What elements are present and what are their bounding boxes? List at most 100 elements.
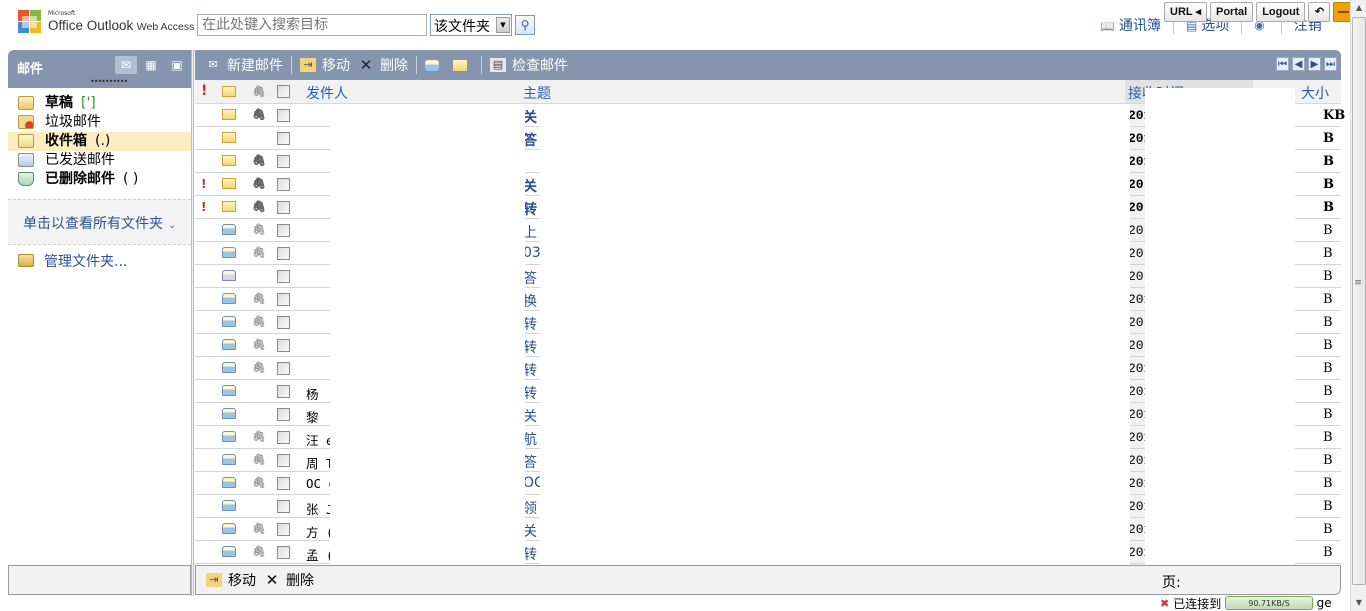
- row-checkbox[interactable]: [277, 155, 290, 168]
- subject[interactable]: 关: [523, 406, 537, 426]
- subject[interactable]: 转: [523, 314, 537, 334]
- portal-button[interactable]: Portal: [1210, 2, 1254, 22]
- folder-deleted[interactable]: 已删除邮件 ( ): [8, 170, 191, 189]
- url-button[interactable]: URL ◂: [1164, 2, 1207, 22]
- first-page-button[interactable]: ⏮: [1276, 57, 1289, 71]
- received-date: 20: [1128, 269, 1144, 284]
- delete-button[interactable]: ✕ 删除: [354, 54, 412, 76]
- subject[interactable]: 关: [523, 176, 537, 196]
- prev-page-button[interactable]: ◀: [1292, 57, 1305, 71]
- row-checkbox[interactable]: [277, 224, 290, 237]
- row-checkbox[interactable]: [277, 201, 290, 214]
- search-input[interactable]: [197, 14, 427, 36]
- footer-move-button[interactable]: ⇥ 移动: [202, 569, 260, 591]
- move-label: 移动: [322, 58, 350, 74]
- row-checkbox[interactable]: [277, 477, 290, 490]
- subject[interactable]: 转: [523, 337, 537, 357]
- row-checkbox[interactable]: [277, 247, 290, 260]
- manage-folders-link[interactable]: 管理文件夹...: [18, 251, 127, 271]
- pane-splitter[interactable]: [191, 50, 194, 596]
- read-envelope-icon: [222, 316, 236, 327]
- address-book-link[interactable]: 📖 通讯簿: [1100, 15, 1161, 35]
- move-button[interactable]: ⇥ 移动: [296, 54, 354, 76]
- inbox-folder-icon: [18, 134, 34, 148]
- calendar-mode-button[interactable]: ▦: [140, 56, 162, 74]
- mark-unread-button[interactable]: [449, 54, 477, 76]
- message-size: B: [1323, 269, 1333, 284]
- read-envelope-icon: [222, 339, 236, 350]
- vertical-scrollbar[interactable]: ▲ ≡ ▼: [1350, 0, 1366, 611]
- envelope-column-icon[interactable]: [222, 86, 236, 97]
- subject[interactable]: 关: [523, 107, 537, 127]
- subject[interactable]: 03: [523, 245, 541, 261]
- subject[interactable]: 答: [523, 268, 537, 288]
- row-checkbox[interactable]: [277, 546, 290, 559]
- row-checkbox[interactable]: [277, 293, 290, 306]
- undo-button[interactable]: ↶: [1308, 2, 1331, 22]
- scroll-up-arrow[interactable]: ▲: [1351, 0, 1366, 16]
- message-size: B: [1323, 246, 1333, 261]
- folder-inbox[interactable]: 收件箱 (.): [8, 132, 191, 151]
- row-checkbox[interactable]: [277, 385, 290, 398]
- read-envelope-icon: [222, 385, 236, 396]
- scrollbar-thumb[interactable]: [1352, 17, 1366, 585]
- folder-count: ( ): [123, 171, 139, 187]
- row-checkbox[interactable]: [277, 132, 290, 145]
- search-scope-select[interactable]: 该文件夹 ▼: [430, 14, 512, 36]
- attachment-icon: 🖇: [252, 315, 266, 328]
- row-checkbox[interactable]: [277, 178, 290, 191]
- scroll-down-arrow[interactable]: ▼: [1351, 595, 1366, 611]
- show-all-folders-link[interactable]: 单击以查看所有文件夹 ⌄: [8, 199, 191, 245]
- new-mail-button[interactable]: ✉ 新建邮件: [201, 54, 287, 76]
- row-checkbox[interactable]: [277, 500, 290, 513]
- subject[interactable]: 转: [523, 544, 537, 564]
- received-date: 20: [1128, 338, 1144, 353]
- attachment-icon: 🖇: [252, 545, 266, 558]
- from-column-header[interactable]: 发件人: [306, 83, 348, 103]
- row-checkbox[interactable]: [277, 431, 290, 444]
- attachment-column-icon[interactable]: 🖇: [252, 85, 266, 98]
- subject[interactable]: 上: [523, 222, 537, 242]
- unread-envelope-icon: [222, 201, 236, 212]
- subject-column-header[interactable]: 主题: [523, 83, 551, 103]
- logout-button[interactable]: Logout: [1256, 2, 1306, 22]
- subject[interactable]: 转: [523, 199, 537, 219]
- row-checkbox[interactable]: [277, 339, 290, 352]
- mark-read-button[interactable]: [421, 54, 449, 76]
- address-book-icon: 📖: [1100, 19, 1115, 33]
- search-button[interactable]: ⚲: [515, 15, 535, 35]
- subject[interactable]: 换: [523, 291, 537, 311]
- subject[interactable]: 航: [523, 429, 537, 449]
- size-column-header[interactable]: 大小: [1301, 83, 1329, 103]
- importance-column-icon[interactable]: !: [201, 83, 207, 99]
- next-page-button[interactable]: ▶: [1308, 57, 1321, 71]
- resize-handle[interactable]: ••••••••••: [90, 77, 128, 86]
- row-checkbox[interactable]: [277, 109, 290, 122]
- mail-mode-button[interactable]: ✉: [115, 56, 137, 74]
- row-checkbox[interactable]: [277, 523, 290, 536]
- folder-label: 草稿: [45, 95, 73, 111]
- subject[interactable]: 转: [523, 360, 537, 380]
- folder-junk[interactable]: 垃圾邮件: [8, 113, 191, 132]
- subject[interactable]: 转: [523, 383, 537, 403]
- footer-delete-button[interactable]: ✕ 删除: [260, 569, 318, 591]
- subject[interactable]: 关: [523, 521, 537, 541]
- check-mail-button[interactable]: ▤ 检查邮件: [486, 54, 572, 76]
- subject[interactable]: 答: [523, 130, 537, 150]
- received-date: 20: [1128, 223, 1144, 238]
- row-checkbox[interactable]: [277, 408, 290, 421]
- row-checkbox[interactable]: [277, 362, 290, 375]
- contacts-mode-button[interactable]: ▣: [166, 56, 188, 74]
- scrollbar-grip-icon: ≡: [1354, 278, 1362, 288]
- search-scope-value: 该文件夹: [434, 19, 490, 35]
- subject[interactable]: 领: [523, 498, 537, 518]
- row-checkbox[interactable]: [277, 454, 290, 467]
- last-page-button[interactable]: ⏭: [1324, 57, 1337, 71]
- row-checkbox[interactable]: [277, 270, 290, 283]
- subject[interactable]: 答: [523, 452, 537, 472]
- folder-sent[interactable]: 已发送邮件: [8, 151, 191, 170]
- row-checkbox[interactable]: [277, 316, 290, 329]
- folder-drafts[interactable]: 草稿 [']: [8, 94, 191, 113]
- select-all-checkbox[interactable]: [277, 85, 290, 98]
- attachment-icon: 🖇: [252, 177, 266, 190]
